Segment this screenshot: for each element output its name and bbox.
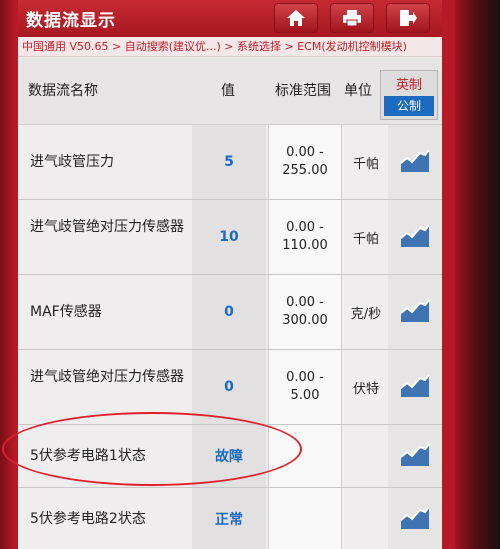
row-range: 0.00 -5.00 xyxy=(268,350,342,424)
row-name: 进气歧管绝对压力传感器 xyxy=(30,369,184,385)
unit-toggle[interactable]: 英制 公制 xyxy=(380,70,438,120)
table-row[interactable]: 进气歧管绝对压力传感器 10 0.00 -110.00 千帕 xyxy=(18,200,442,275)
graph-button[interactable] xyxy=(388,488,442,549)
home-button[interactable] xyxy=(274,3,318,33)
trend-chart-icon xyxy=(400,297,430,327)
graph-button[interactable] xyxy=(388,275,442,349)
row-value: 10 xyxy=(192,200,266,274)
row-value: 5 xyxy=(192,125,266,199)
graph-button[interactable] xyxy=(388,200,442,274)
graph-button[interactable] xyxy=(388,425,442,487)
table-row[interactable]: 进气歧管压力 5 0.00 -255.00 千帕 xyxy=(18,125,442,200)
table-row[interactable]: 进气歧管绝对压力传感器 0 0.00 -5.00 伏特 xyxy=(18,350,442,425)
row-unit: 千帕 xyxy=(352,156,379,172)
row-name: 进气歧管绝对压力传感器 xyxy=(30,219,184,235)
table-row[interactable]: 5伏参考电路2状态 正常 xyxy=(18,488,442,549)
row-unit: 千帕 xyxy=(352,231,379,247)
trend-chart-icon xyxy=(400,372,430,402)
header-range: 标准范围 xyxy=(275,83,331,99)
graph-button[interactable] xyxy=(388,350,442,424)
row-name: MAF传感器 xyxy=(30,304,102,320)
table-row[interactable]: MAF传感器 0 0.00 -300.00 克/秒 xyxy=(18,275,442,350)
row-range xyxy=(268,488,342,549)
row-unit xyxy=(344,425,388,487)
row-name: 进气歧管压力 xyxy=(30,154,114,170)
row-name: 5伏参考电路2状态 xyxy=(30,511,146,527)
row-unit: 伏特 xyxy=(352,381,379,397)
row-value: 0 xyxy=(192,275,266,349)
device-edge xyxy=(455,0,500,549)
breadcrumb: 中国通用 V50.65 > 自动搜索(建议优...) > 系统选择 > ECM(… xyxy=(18,37,442,57)
exit-button[interactable] xyxy=(386,3,430,33)
printer-icon xyxy=(342,9,362,27)
header-unit: 单位 xyxy=(344,83,372,99)
row-value: 0 xyxy=(192,350,266,424)
header-value: 值 xyxy=(221,83,235,99)
imperial-option[interactable]: 英制 xyxy=(381,74,437,93)
row-range: 0.00 -300.00 xyxy=(268,275,342,349)
header-name: 数据流名称 xyxy=(28,83,98,99)
row-value: 正常 xyxy=(192,488,266,549)
trend-chart-icon xyxy=(400,222,430,252)
print-button[interactable] xyxy=(330,3,374,33)
title-bar: 数据流显示 xyxy=(18,0,442,37)
row-unit: 克/秒 xyxy=(350,306,382,322)
home-icon xyxy=(286,9,306,27)
trend-chart-icon xyxy=(400,147,430,177)
row-range: 0.00 -110.00 xyxy=(268,200,342,274)
metric-option[interactable]: 公制 xyxy=(384,96,434,116)
row-range: 0.00 -255.00 xyxy=(268,125,342,199)
trend-chart-icon xyxy=(400,441,430,471)
page-title: 数据流显示 xyxy=(26,11,116,31)
highlight-oval xyxy=(2,412,302,486)
table-header: 数据流名称 值 标准范围 单位 英制 公制 xyxy=(18,58,442,125)
exit-icon xyxy=(398,9,418,27)
row-unit xyxy=(344,488,388,549)
graph-button[interactable] xyxy=(388,125,442,199)
trend-chart-icon xyxy=(400,504,430,534)
